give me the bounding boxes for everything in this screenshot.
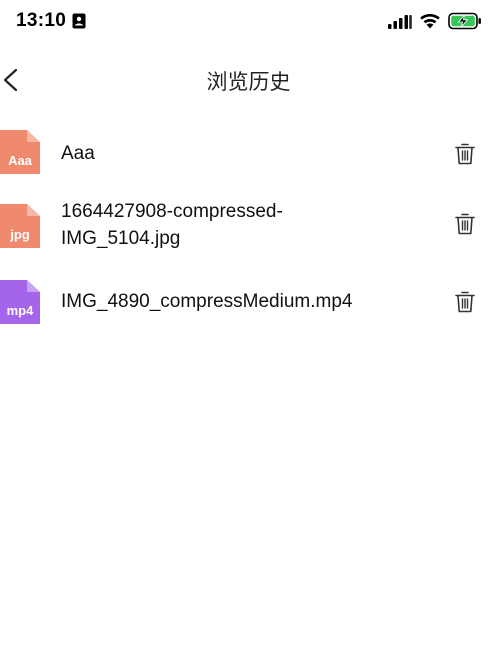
file-name: IMG_4890_compressMedium.mp4 (61, 291, 353, 312)
trash-icon (454, 143, 476, 170)
delete-button[interactable] (454, 212, 476, 236)
trash-icon (454, 213, 476, 240)
file-name: 1664427908-compressed- IMG_5104.jpg (61, 201, 283, 249)
history-item[interactable]: Aaa Aaa (0, 124, 497, 180)
battery-charging-icon (448, 12, 482, 30)
file-type-label: jpg (10, 227, 30, 242)
file-type-label: mp4 (6, 303, 34, 318)
file-type-label: Aaa (8, 153, 32, 168)
delete-button[interactable] (454, 142, 476, 166)
contact-card-icon (72, 13, 86, 29)
delete-button[interactable] (454, 290, 476, 314)
trash-icon (454, 291, 476, 318)
page-title: 浏览历史 (206, 70, 291, 94)
browsing-history-screen: 13:10 浏览历史 Aaa Aaa jpg 1664427908-compre… (0, 0, 497, 660)
history-item[interactable]: mp4 IMG_4890_compressMedium.mp4 (0, 276, 497, 332)
file-name: Aaa (61, 143, 95, 164)
history-item[interactable]: jpg 1664427908-compressed- IMG_5104.jpg (0, 192, 497, 262)
wifi-icon (419, 12, 441, 29)
file-type-icon: Aaa (0, 130, 40, 174)
cellular-signal-icon (388, 14, 412, 29)
nav-bar: 浏览历史 (0, 44, 497, 116)
status-bar: 13:10 (0, 0, 497, 44)
file-type-icon: jpg (0, 204, 40, 248)
file-type-icon: mp4 (0, 280, 40, 324)
status-time: 13:10 (16, 10, 67, 31)
